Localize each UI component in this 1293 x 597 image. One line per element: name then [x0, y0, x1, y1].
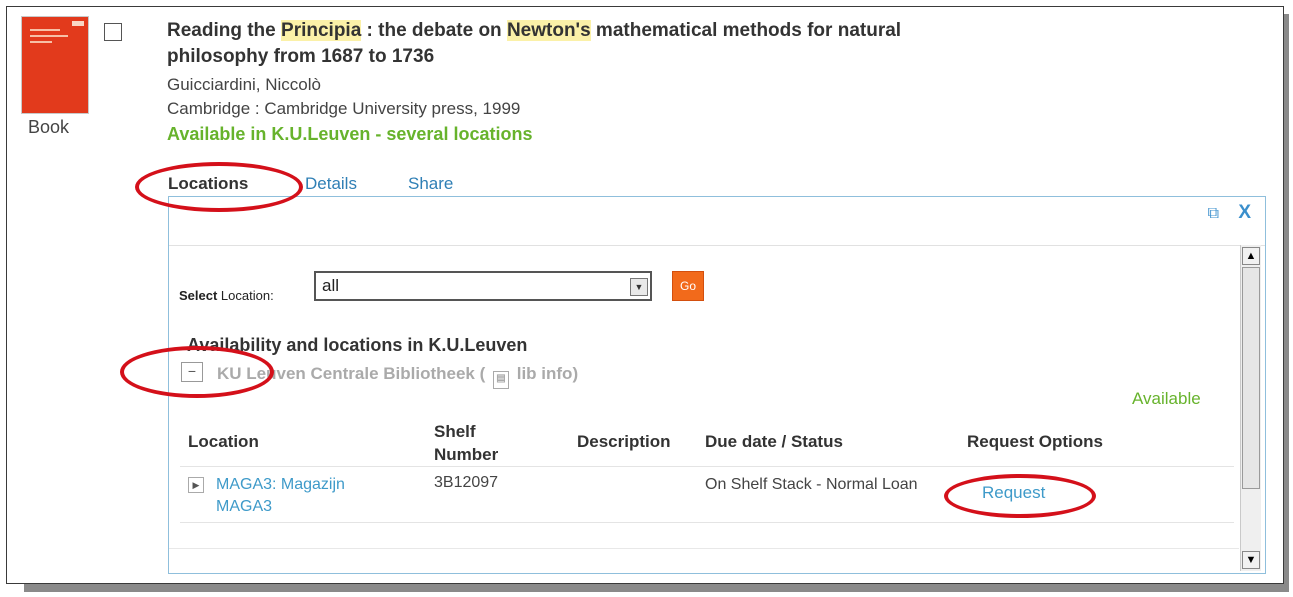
column-header-shelf-number: Shelf Number: [434, 422, 499, 464]
record-author: Guicciardini, Niccolò: [167, 75, 321, 94]
annotation-circle-request: [944, 474, 1096, 518]
record-title[interactable]: Reading the Principia : the debate on Ne…: [167, 18, 987, 70]
highlight-term-principia: Principia: [281, 20, 362, 41]
column-header-location: Location: [188, 432, 259, 451]
expand-row-icon[interactable]: ▶: [188, 477, 204, 493]
library-info-icon[interactable]: ▤: [493, 371, 509, 389]
format-label: Book: [28, 117, 70, 137]
chevron-down-icon[interactable]: ▼: [630, 278, 648, 296]
table-divider: [180, 466, 1234, 467]
select-location-label: Select Location:: [179, 288, 274, 303]
shelf-number-value: 3B12097: [434, 474, 499, 491]
location-link[interactable]: MAGA3: Magazijn MAGA3: [216, 474, 396, 518]
book-cover-thumbnail[interactable]: [21, 16, 89, 114]
popout-icon[interactable]: ⧉: [1208, 205, 1219, 223]
column-header-description: Description: [577, 432, 671, 451]
highlight-term-newtons: Newton's: [506, 20, 591, 41]
availability-status[interactable]: Available in K.U.Leuven - several locati…: [167, 124, 532, 145]
annotation-circle-locations-tab: [135, 162, 303, 212]
location-select-value: all: [322, 276, 340, 295]
scroll-up-icon[interactable]: ▲: [1242, 247, 1260, 265]
panel-scrollbar[interactable]: ▲ ▼: [1240, 245, 1261, 571]
record-publisher: Cambridge : Cambridge University press, …: [167, 99, 521, 118]
frame-shadow-bottom: [24, 584, 1289, 592]
annotation-circle-collapse: [120, 346, 274, 398]
tab-details[interactable]: Details: [305, 174, 357, 194]
column-header-request-options: Request Options: [967, 432, 1104, 451]
library-status: Available: [1132, 389, 1201, 408]
location-select[interactable]: all ▼: [314, 271, 652, 301]
go-button[interactable]: Go: [672, 271, 704, 301]
due-status-value: On Shelf Stack - Normal Loan: [705, 476, 918, 493]
column-header-due-status: Due date / Status: [705, 432, 843, 451]
table-divider: [180, 522, 1234, 523]
close-icon[interactable]: X: [1238, 202, 1251, 224]
select-record-checkbox[interactable]: [104, 23, 122, 41]
panel-divider: [169, 548, 1239, 549]
panel-toolbar: ⧉ X: [169, 197, 1265, 246]
lib-info-link[interactable]: lib info: [517, 364, 573, 383]
tab-share[interactable]: Share: [408, 174, 453, 194]
scroll-thumb[interactable]: [1242, 267, 1260, 489]
scroll-down-icon[interactable]: ▼: [1242, 551, 1260, 569]
